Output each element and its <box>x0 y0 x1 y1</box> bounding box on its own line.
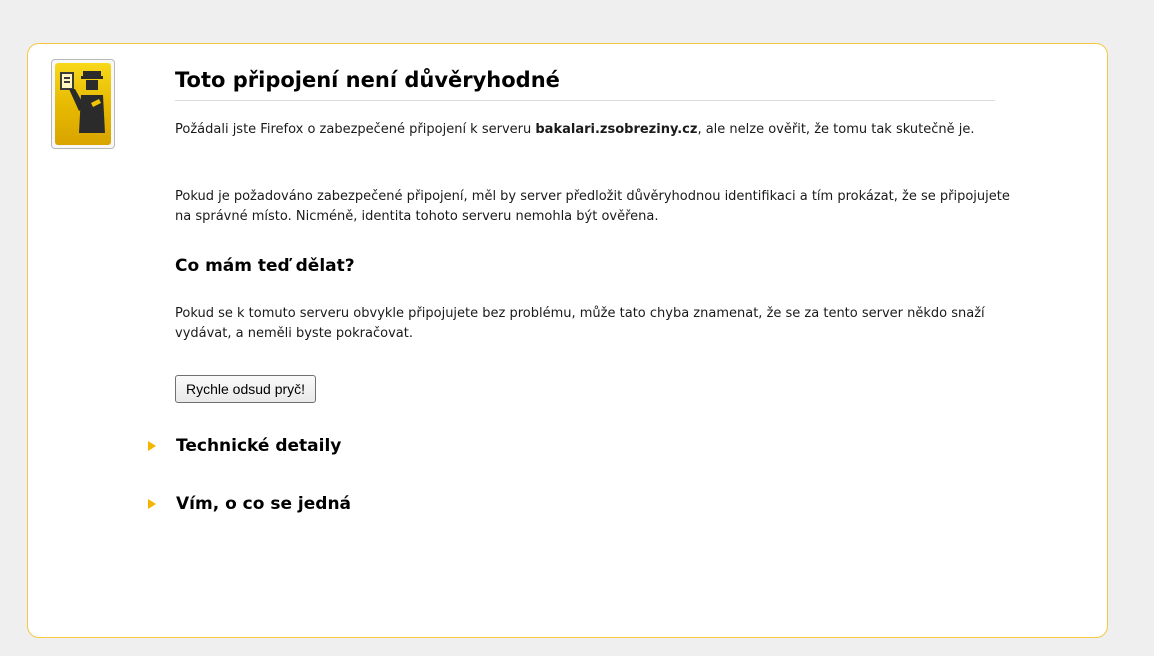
intro-text-after: , ale nelze ověřit, že tomu tak skutečně… <box>697 122 975 137</box>
what-to-do-text: Pokud se k tomuto serveru obvykle připoj… <box>175 306 985 341</box>
page-title: Toto připojení není důvěryhodné <box>175 66 995 101</box>
understand-risks-expander[interactable]: Vím, o co se jedná <box>148 494 351 514</box>
understand-risks-label[interactable]: Vím, o co se jedná <box>176 494 351 514</box>
technical-details-label[interactable]: Technické detaily <box>176 436 341 456</box>
intro-text-before: Požádali jste Firefox o zabezpečené přip… <box>175 122 536 137</box>
what-to-do-heading: Co mám teď dělat? <box>175 256 355 276</box>
triangle-right-icon <box>148 499 156 509</box>
officer-badge-icon <box>51 59 115 149</box>
triangle-right-icon <box>148 441 156 451</box>
intro-text: Požádali jste Firefox o zabezpečené přip… <box>175 120 1020 140</box>
get-me-out-button[interactable]: Rychle odsud pryč! <box>175 375 317 403</box>
explanation-text: Pokud je požadováno zabezpečené připojen… <box>175 189 1010 224</box>
technical-details-expander[interactable]: Technické detaily <box>148 436 341 456</box>
server-hostname: bakalari.zsobreziny.cz <box>535 122 698 137</box>
